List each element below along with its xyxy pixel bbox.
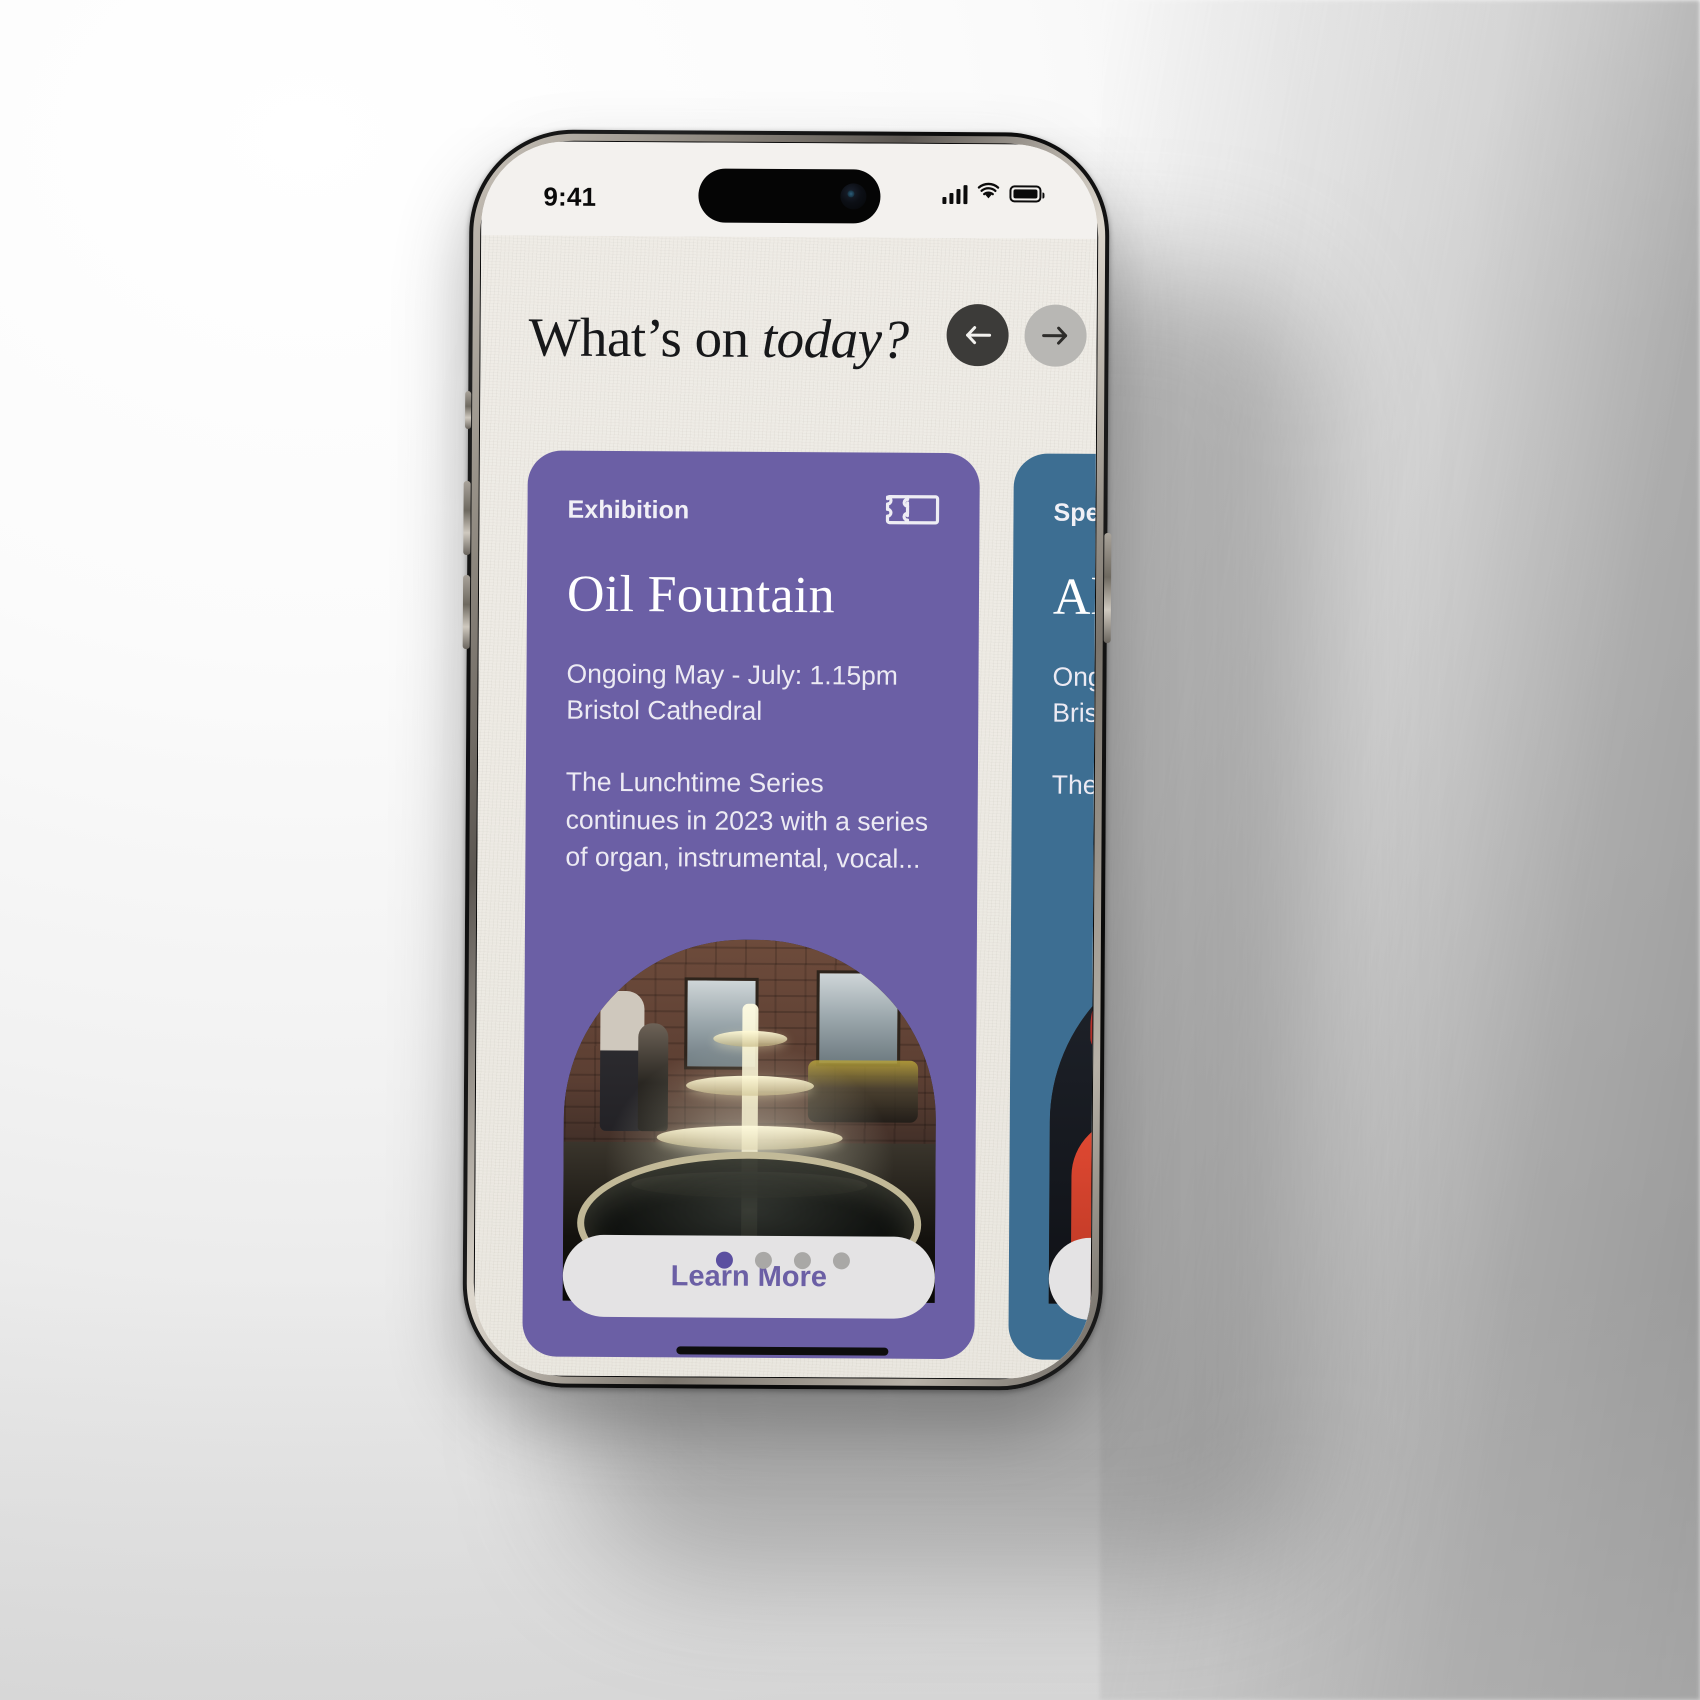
page-title-italic: today?	[761, 307, 909, 370]
events-carousel[interactable]: Exhibition Oil Fountain Ongoing May - Ju…	[522, 450, 1098, 1378]
screen-header: What’s on today?	[528, 297, 1096, 378]
card-meta: Ongoin Bristol	[1052, 661, 1098, 729]
carousel-nav-buttons	[946, 303, 1087, 367]
signal-bars-icon	[941, 183, 968, 204]
card-description: The Lunchtime Series continues in 2023 w…	[565, 766, 929, 875]
volume-up-button[interactable]	[463, 481, 471, 556]
card-title: All C	[1052, 568, 1098, 627]
whats-on-screen: What’s on today? Exhibition Oil Fountain…	[474, 235, 1098, 1379]
pagination-dot-2[interactable]	[754, 1251, 772, 1269]
card-category-label: Special	[1053, 498, 1098, 527]
page-title: What’s on today?	[528, 305, 908, 370]
event-card-special[interactable]: Special All C Ongoin Bristol The Lu in 2…	[1008, 453, 1098, 1363]
page-title-regular: What’s on	[528, 305, 763, 369]
silent-switch[interactable]	[465, 391, 472, 430]
card-description: The Lu in 2023 instrum	[1051, 769, 1098, 802]
home-indicator[interactable]	[676, 1346, 889, 1356]
pagination-dot-1[interactable]	[715, 1251, 733, 1269]
dynamic-island	[698, 168, 881, 224]
phone-screen: 9:41 What’s on today? Exhibition Oil Fou…	[474, 141, 1098, 1379]
pagination-dot-3[interactable]	[793, 1252, 811, 1270]
wifi-icon	[976, 182, 1000, 205]
previous-card-button[interactable]	[946, 303, 1009, 367]
card-top-row: Special	[1053, 496, 1097, 532]
battery-icon	[1009, 185, 1042, 203]
pagination-dot-4[interactable]	[832, 1252, 850, 1270]
card-meta: Ongoing May - July: 1.15pm Bristol Cathe…	[566, 658, 899, 726]
iphone-device-mockup: 9:41 What’s on today? Exhibition Oil Fou…	[462, 129, 1112, 1391]
ticket-icon	[885, 490, 940, 533]
card-top-row: Exhibition	[567, 493, 940, 529]
arrow-right-icon	[1041, 323, 1071, 349]
card-category-label: Exhibition	[567, 495, 690, 524]
status-time: 9:41	[543, 181, 597, 212]
front-camera-icon	[840, 183, 867, 210]
card-title: Oil Fountain	[566, 565, 836, 625]
next-card-button[interactable]	[1024, 304, 1087, 367]
event-card-exhibition[interactable]: Exhibition Oil Fountain Ongoing May - Ju…	[522, 450, 980, 1360]
volume-down-button[interactable]	[462, 575, 471, 650]
status-indicators	[941, 182, 1042, 206]
power-button[interactable]	[1103, 532, 1112, 643]
learn-more-button[interactable]: Learn More	[562, 1234, 936, 1319]
arrow-left-icon	[963, 322, 993, 348]
